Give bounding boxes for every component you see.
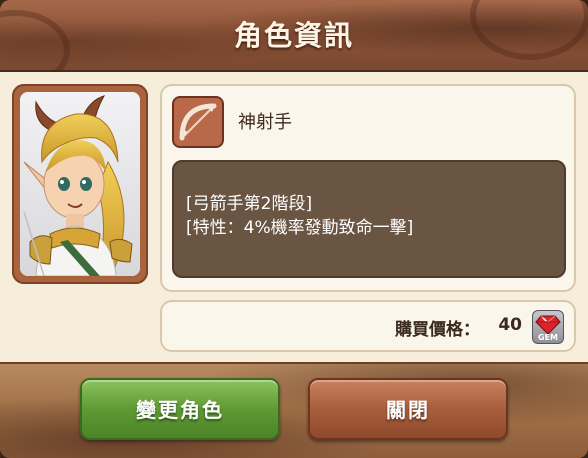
dialog-body: 神射手 [弓箭手第2階段] [特性：4%機率發動致命一擊] 購買價格： 40 G… <box>0 72 588 362</box>
class-description: [弓箭手第2階段] [特性：4%機率發動致命一擊] <box>172 160 566 278</box>
gem-label: GEM <box>538 333 558 342</box>
class-info-panel: 神射手 [弓箭手第2階段] [特性：4%機率發動致命一擊] <box>160 84 576 292</box>
description-line: [特性：4%機率發動致命一擊] <box>186 218 414 238</box>
price-panel: 購買價格： 40 GEM <box>160 300 576 352</box>
close-button[interactable]: 關閉 <box>308 378 508 440</box>
gem-icon: GEM <box>532 310 564 344</box>
bow-icon <box>172 96 224 148</box>
price-value: 40 <box>498 315 522 335</box>
dialog-header: 角色資訊 <box>0 0 588 90</box>
character-info-dialog: 角色資訊 神射手 [弓箭手第2階段] [特性：4%機率發動致命一擊] 購買價格：… <box>0 0 588 458</box>
dialog-title: 角色資訊 <box>233 19 354 52</box>
elf-archer-portrait <box>20 92 140 276</box>
change-character-button[interactable]: 變更角色 <box>80 378 280 440</box>
portrait-frame <box>12 84 148 284</box>
price-label: 購買價格： <box>395 320 480 340</box>
class-name: 神射手 <box>238 112 292 133</box>
dialog-footer: 變更角色 關閉 <box>0 362 588 458</box>
description-line: [弓箭手第2階段] <box>186 194 313 214</box>
